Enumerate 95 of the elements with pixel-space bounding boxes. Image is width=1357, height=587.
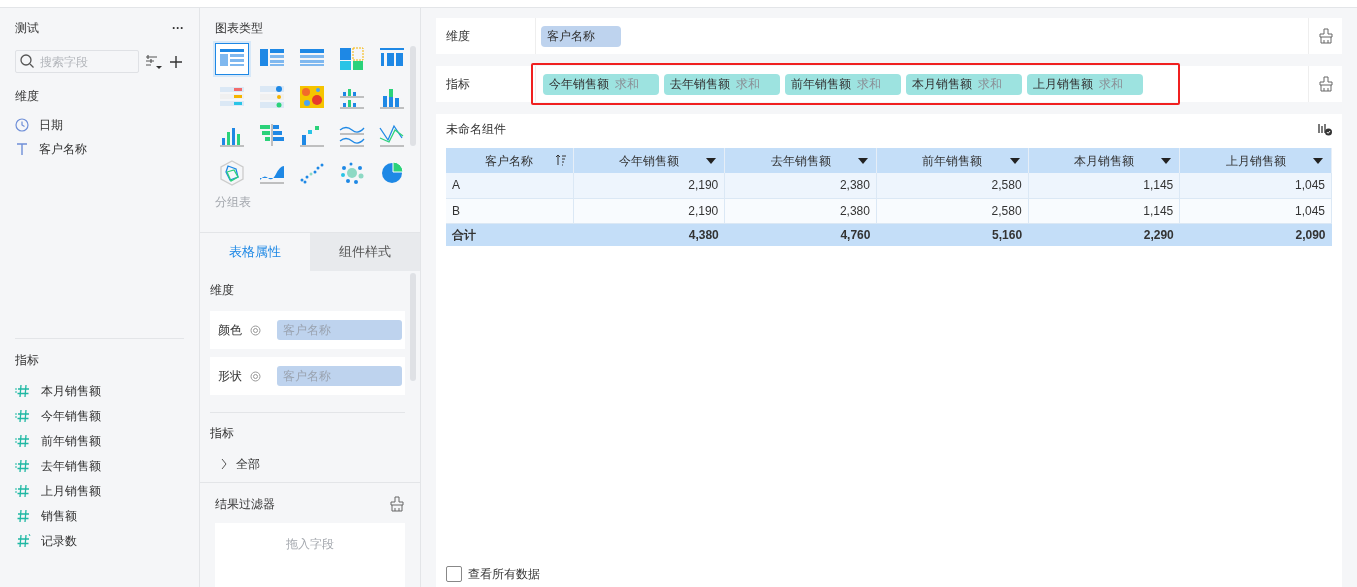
field-chip[interactable]: 去年销售额 求和 xyxy=(664,73,780,95)
header-label: 前年销售额 xyxy=(922,153,983,168)
field-chip[interactable]: 本月销售额 求和 xyxy=(906,73,1022,95)
property-label: 颜色 xyxy=(218,322,243,339)
chip-field: 今年销售额 xyxy=(549,73,609,95)
header-label: 上月销售额 xyxy=(1225,153,1286,168)
field-chip[interactable]: 今年销售额 求和 xyxy=(543,73,659,95)
dropdown-caret-icon[interactable] xyxy=(1161,157,1172,165)
dropdown-caret-icon[interactable] xyxy=(857,157,868,165)
dropdown-caret-icon[interactable] xyxy=(1313,157,1323,165)
calculated-number-icon xyxy=(15,408,31,424)
brush-icon[interactable] xyxy=(1317,28,1334,44)
chart-type-label: 分组表 xyxy=(215,194,252,209)
shelf-label: 指标 xyxy=(436,66,536,102)
chip-field: 本月销售额 xyxy=(912,73,972,95)
header-label: 去年销售额 xyxy=(770,153,831,168)
panel-title: 结果过滤器 xyxy=(215,496,275,513)
section-title: 指标 xyxy=(210,425,235,440)
section-title: 维度 xyxy=(210,282,235,297)
field-item[interactable]: 前年销售额 xyxy=(41,432,101,450)
number-type-icon xyxy=(15,508,31,524)
total-cell: 合计 xyxy=(446,223,574,246)
chip-aggregation: 求和 xyxy=(615,75,639,93)
table-cell: 2,190 xyxy=(573,198,725,223)
table-cell: 1,145 xyxy=(1028,198,1180,223)
search-icon xyxy=(20,54,34,68)
table-cell: 2,380 xyxy=(724,198,877,223)
field-item[interactable]: 销售额 xyxy=(41,507,77,525)
chip-field: 上月销售额 xyxy=(1033,73,1093,95)
chip-aggregation: 求和 xyxy=(978,75,1002,93)
gear-icon[interactable] xyxy=(250,324,261,336)
more-button[interactable]: ··· xyxy=(172,19,184,37)
field-chip[interactable]: 上月销售额 求和 xyxy=(1027,73,1143,95)
table-cell: 1,045 xyxy=(1179,173,1332,198)
header-label: 客户名称 xyxy=(485,153,534,168)
field-chip[interactable]: 前年销售额 求和 xyxy=(785,73,901,95)
field-chip[interactable]: 客户名称 xyxy=(541,25,621,47)
brush-icon[interactable] xyxy=(1317,76,1334,92)
chip-field: 去年销售额 xyxy=(670,73,730,95)
field-item[interactable]: 上月销售额 xyxy=(41,482,101,500)
table-cell: 1,145 xyxy=(1028,173,1180,198)
header-label: 今年销售额 xyxy=(618,153,679,168)
calculated-number-icon xyxy=(15,483,31,499)
checkbox-label[interactable]: 查看所有数据 xyxy=(468,565,540,583)
chip-field: 前年销售额 xyxy=(791,73,851,95)
dataset-title: 测试 xyxy=(15,20,39,37)
table-cell: 2,580 xyxy=(876,173,1029,198)
total-cell: 5,160 xyxy=(876,223,1029,246)
group-label[interactable]: 全部 xyxy=(236,455,260,473)
field-item[interactable]: 去年销售额 xyxy=(41,457,101,475)
table-cell: A xyxy=(446,173,574,198)
chart-check-icon[interactable] xyxy=(1318,122,1332,136)
calculated-number-icon xyxy=(15,383,31,399)
section-title: 维度 xyxy=(15,88,40,103)
table-cell: B xyxy=(446,198,574,223)
field-item[interactable]: 客户名称 xyxy=(39,140,87,158)
calculated-number-icon xyxy=(15,433,31,449)
calculated-number-icon xyxy=(15,458,31,474)
panel-title: 图表类型 xyxy=(215,20,264,35)
sort-menu-icon[interactable] xyxy=(145,53,163,70)
count-number-icon xyxy=(15,533,31,549)
widget-title: 未命名组件 xyxy=(446,121,506,138)
chart-type-icon[interactable] xyxy=(215,43,249,75)
total-cell: 4,760 xyxy=(724,223,877,246)
chip-aggregation: 求和 xyxy=(857,75,881,93)
section-title: 指标 xyxy=(15,352,40,367)
dropdown-caret-icon[interactable] xyxy=(1009,157,1020,165)
add-icon[interactable] xyxy=(169,54,183,69)
checkbox[interactable] xyxy=(446,566,462,582)
total-cell: 2,090 xyxy=(1179,223,1332,246)
brush-icon[interactable] xyxy=(389,496,405,512)
search-field[interactable]: 搜索字段 xyxy=(15,50,139,73)
header-label: 本月销售额 xyxy=(1073,153,1134,168)
drop-hint: 拖入字段 xyxy=(286,536,334,551)
total-cell: 2,290 xyxy=(1028,223,1180,246)
text-type-icon xyxy=(15,142,29,156)
tab[interactable]: 组件样式 xyxy=(310,233,420,271)
gear-icon[interactable] xyxy=(250,370,261,382)
property-label: 形状 xyxy=(218,368,243,385)
sort-icon[interactable] xyxy=(554,154,567,166)
total-cell: 4,380 xyxy=(573,223,725,246)
field-item[interactable]: 日期 xyxy=(39,116,63,134)
dropdown-caret-icon[interactable] xyxy=(706,157,717,165)
table-cell: 2,580 xyxy=(876,198,1029,223)
field-item[interactable]: 记录数 xyxy=(41,532,77,550)
chip-aggregation: 求和 xyxy=(1099,75,1123,93)
table-cell: 1,045 xyxy=(1179,198,1332,223)
chevron-icon[interactable] xyxy=(220,458,228,470)
shelf-label: 维度 xyxy=(436,18,536,54)
clock-icon xyxy=(15,118,29,132)
table-cell: 2,190 xyxy=(573,173,725,198)
table-cell: 2,380 xyxy=(724,173,877,198)
chip-aggregation: 求和 xyxy=(736,75,760,93)
field-item[interactable]: 今年销售额 xyxy=(41,407,101,425)
field-item[interactable]: 本月销售额 xyxy=(41,382,101,400)
